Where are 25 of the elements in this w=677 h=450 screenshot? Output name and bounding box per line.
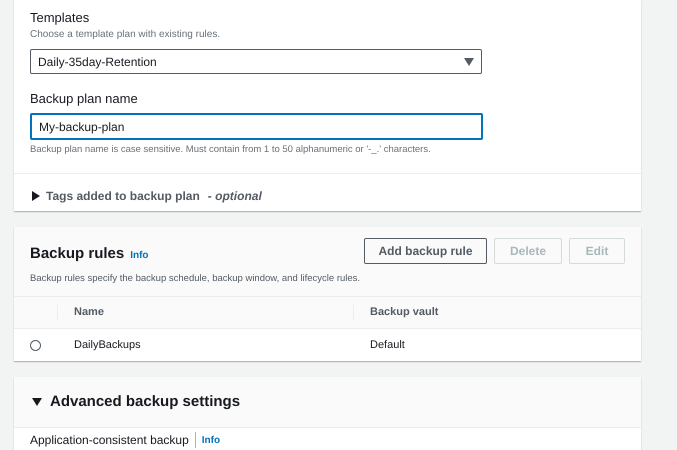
input-value: My-backup-plan — [39, 118, 124, 136]
field-label: Backup plan name — [30, 91, 139, 107]
table-cell: Default — [370, 338, 405, 351]
optional-label: - optional — [208, 188, 262, 205]
card-description: Backup rules specify the backup schedule, backup window, and lifecycle rules. — [30, 272, 360, 286]
dropdown-caret-icon — [464, 58, 474, 66]
plan-name-input[interactable]: My-backup-plan — [30, 113, 483, 140]
column-header: Name — [74, 305, 104, 320]
row-radio[interactable] — [30, 340, 41, 350]
field-label: Application-consistent backup — [30, 432, 196, 448]
column-header: Backup vault — [370, 305, 438, 320]
field-label: Templates — [30, 10, 90, 26]
table-cell: DailyBackups — [74, 338, 141, 351]
card-title: Backup rules — [30, 244, 124, 264]
field-description: Choose a template plan with existing rules. — [30, 28, 222, 42]
collapse-triangle-icon — [32, 398, 42, 406]
field-hint: Backup plan name is case sensitive. Must contain from 1 to 50 alphanumeric or '-_.' characters. — [30, 143, 432, 157]
info-link[interactable]: Info — [202, 432, 220, 448]
expand-triangle-icon — [32, 191, 40, 201]
select-value: Daily-35day-Retention — [38, 54, 157, 70]
template-select[interactable]: Daily-35day-Retention — [30, 49, 482, 74]
info-link[interactable]: Info — [130, 248, 149, 263]
action-button[interactable]: Add backup rule — [364, 238, 487, 264]
tags-toggle[interactable]: Tags added to backup plan — [46, 187, 200, 205]
section-toggle[interactable]: Advanced backup settings — [50, 390, 240, 414]
